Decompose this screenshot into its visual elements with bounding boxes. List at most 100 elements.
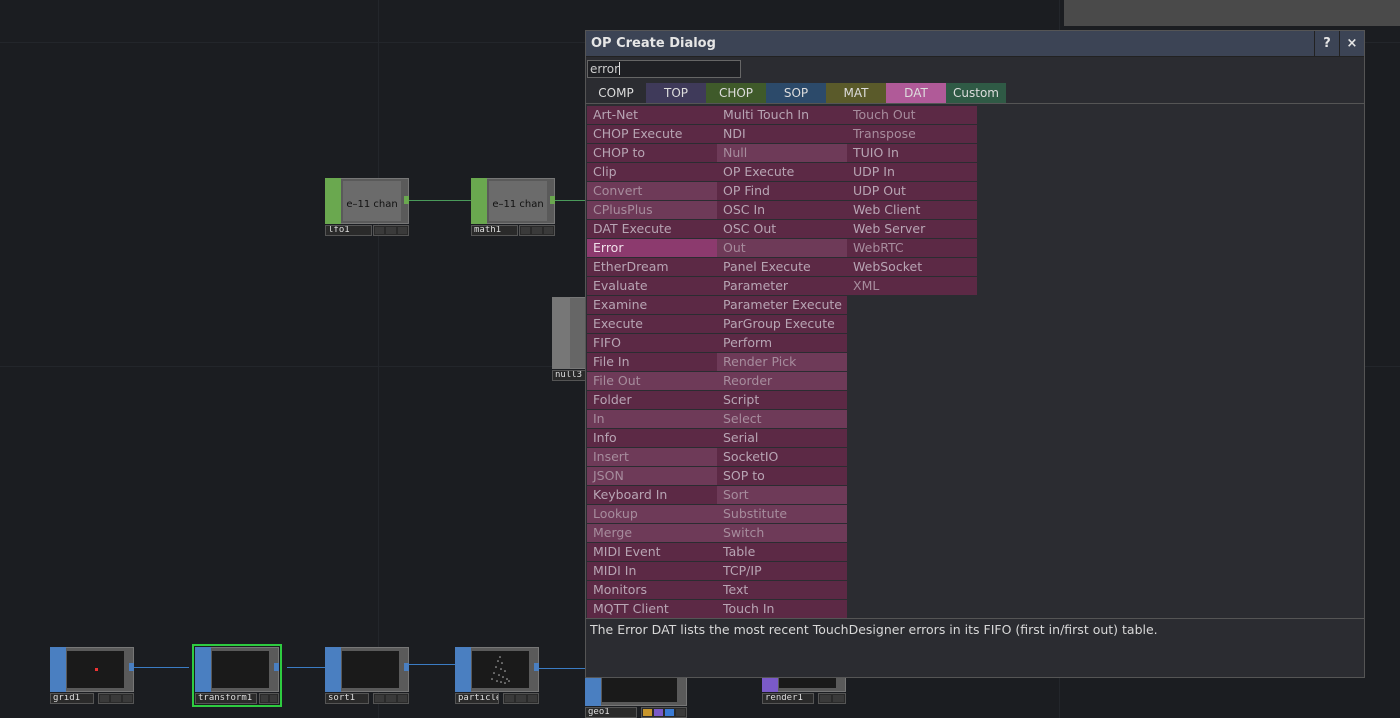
op-item[interactable]: File In bbox=[587, 353, 717, 372]
dialog-titlebar[interactable]: OP Create Dialog ? × bbox=[586, 31, 1364, 57]
op-item[interactable]: Table bbox=[717, 543, 847, 562]
tab-chop[interactable]: CHOP bbox=[706, 83, 766, 103]
op-item[interactable]: Transpose bbox=[847, 125, 977, 144]
node-flags[interactable] bbox=[98, 693, 134, 704]
output-connector[interactable] bbox=[404, 196, 409, 204]
op-item[interactable]: Render Pick bbox=[717, 353, 847, 372]
op-item[interactable]: Script bbox=[717, 391, 847, 410]
op-item[interactable]: OP Find bbox=[717, 182, 847, 201]
tab-top[interactable]: TOP bbox=[646, 83, 706, 103]
op-item[interactable]: XML bbox=[847, 277, 977, 296]
op-item[interactable]: In bbox=[587, 410, 717, 429]
tab-custom[interactable]: Custom bbox=[946, 83, 1006, 103]
node-label[interactable]: transform1 bbox=[195, 693, 257, 704]
node-label[interactable]: geo1 bbox=[585, 707, 637, 718]
op-item[interactable]: Text bbox=[717, 581, 847, 600]
op-item[interactable]: Keyboard In bbox=[587, 486, 717, 505]
node-flags[interactable] bbox=[503, 693, 539, 704]
op-item[interactable]: Folder bbox=[587, 391, 717, 410]
op-item[interactable]: Web Server bbox=[847, 220, 977, 239]
tab-comp[interactable]: COMP bbox=[586, 83, 646, 103]
node-label[interactable]: sort1 bbox=[325, 693, 369, 704]
op-item[interactable]: Merge bbox=[587, 524, 717, 543]
op-item[interactable]: SocketIO bbox=[717, 448, 847, 467]
op-item[interactable]: Info bbox=[587, 429, 717, 448]
op-item[interactable]: Out bbox=[717, 239, 847, 258]
op-item[interactable]: Clip bbox=[587, 163, 717, 182]
op-item[interactable]: SOP to bbox=[717, 467, 847, 486]
op-item[interactable]: Art-Net bbox=[587, 106, 717, 125]
op-item[interactable]: Monitors bbox=[587, 581, 717, 600]
tab-mat[interactable]: MAT bbox=[826, 83, 886, 103]
op-item[interactable]: Touch Out bbox=[847, 106, 977, 125]
search-input[interactable]: error bbox=[587, 60, 741, 78]
tab-dat[interactable]: DAT bbox=[886, 83, 946, 103]
op-item[interactable]: CHOP Execute bbox=[587, 125, 717, 144]
op-item[interactable]: OSC In bbox=[717, 201, 847, 220]
node-null3[interactable]: null3 bbox=[552, 297, 586, 381]
op-item[interactable]: EtherDream bbox=[587, 258, 717, 277]
op-item-selected[interactable]: Error bbox=[587, 239, 717, 258]
node-label[interactable]: lfo1 bbox=[325, 225, 372, 236]
node-label[interactable]: grid1 bbox=[50, 693, 94, 704]
op-item[interactable]: Touch In bbox=[717, 600, 847, 619]
node-math1[interactable]: e–11 chan math1 bbox=[471, 178, 555, 236]
op-item[interactable]: ParGroup Execute bbox=[717, 315, 847, 334]
op-item[interactable]: MIDI In bbox=[587, 562, 717, 581]
node-label[interactable]: math1 bbox=[471, 225, 518, 236]
op-item[interactable]: Serial bbox=[717, 429, 847, 448]
output-connector[interactable] bbox=[274, 663, 279, 671]
op-item[interactable]: Select bbox=[717, 410, 847, 429]
op-item[interactable]: Examine bbox=[587, 296, 717, 315]
op-item[interactable]: Multi Touch In bbox=[717, 106, 847, 125]
node-label[interactable]: particle1 bbox=[455, 693, 499, 704]
tab-sop[interactable]: SOP bbox=[766, 83, 826, 103]
node-flags[interactable] bbox=[373, 225, 409, 236]
op-item[interactable]: OP Execute bbox=[717, 163, 847, 182]
op-item[interactable]: WebSocket bbox=[847, 258, 977, 277]
op-item[interactable]: TUIO In bbox=[847, 144, 977, 163]
node-flags[interactable] bbox=[259, 693, 279, 704]
node-transform1[interactable]: transform1 bbox=[192, 644, 282, 707]
op-item[interactable]: Parameter Execute bbox=[717, 296, 847, 315]
op-item[interactable]: Parameter bbox=[717, 277, 847, 296]
node-flags[interactable] bbox=[818, 693, 846, 704]
op-item[interactable]: CHOP to bbox=[587, 144, 717, 163]
op-item[interactable]: MQTT Client bbox=[587, 600, 717, 619]
op-item[interactable]: Substitute bbox=[717, 505, 847, 524]
op-item[interactable]: NDI bbox=[717, 125, 847, 144]
node-label[interactable]: render1 bbox=[762, 693, 814, 704]
op-item[interactable]: Perform bbox=[717, 334, 847, 353]
op-item[interactable]: Panel Execute bbox=[717, 258, 847, 277]
op-item[interactable]: Web Client bbox=[847, 201, 977, 220]
op-item[interactable]: UDP In bbox=[847, 163, 977, 182]
op-item[interactable]: Lookup bbox=[587, 505, 717, 524]
op-item[interactable]: OSC Out bbox=[717, 220, 847, 239]
op-item[interactable]: UDP Out bbox=[847, 182, 977, 201]
op-item[interactable]: JSON bbox=[587, 467, 717, 486]
node-label[interactable]: null3 bbox=[552, 370, 586, 381]
op-item[interactable]: Sort bbox=[717, 486, 847, 505]
op-item[interactable]: CPlusPlus bbox=[587, 201, 717, 220]
help-button[interactable]: ? bbox=[1314, 31, 1339, 56]
op-item[interactable]: Switch bbox=[717, 524, 847, 543]
output-connector[interactable] bbox=[534, 663, 539, 671]
op-item[interactable]: MIDI Event bbox=[587, 543, 717, 562]
output-connector[interactable] bbox=[550, 196, 555, 204]
op-item[interactable]: Convert bbox=[587, 182, 717, 201]
op-item[interactable]: WebRTC bbox=[847, 239, 977, 258]
op-item[interactable]: File Out bbox=[587, 372, 717, 391]
op-item[interactable]: Execute bbox=[587, 315, 717, 334]
op-item[interactable]: Null bbox=[717, 144, 847, 163]
op-item[interactable]: TCP/IP bbox=[717, 562, 847, 581]
node-flags[interactable] bbox=[373, 693, 409, 704]
node-flags[interactable] bbox=[519, 225, 555, 236]
node-flags[interactable] bbox=[641, 707, 687, 718]
output-connector[interactable] bbox=[404, 663, 409, 671]
close-button[interactable]: × bbox=[1339, 31, 1364, 56]
op-item[interactable]: Reorder bbox=[717, 372, 847, 391]
op-item[interactable]: FIFO bbox=[587, 334, 717, 353]
op-item[interactable]: Insert bbox=[587, 448, 717, 467]
node-sort1[interactable]: sort1 bbox=[325, 647, 409, 704]
node-grid1[interactable]: grid1 bbox=[50, 647, 134, 704]
